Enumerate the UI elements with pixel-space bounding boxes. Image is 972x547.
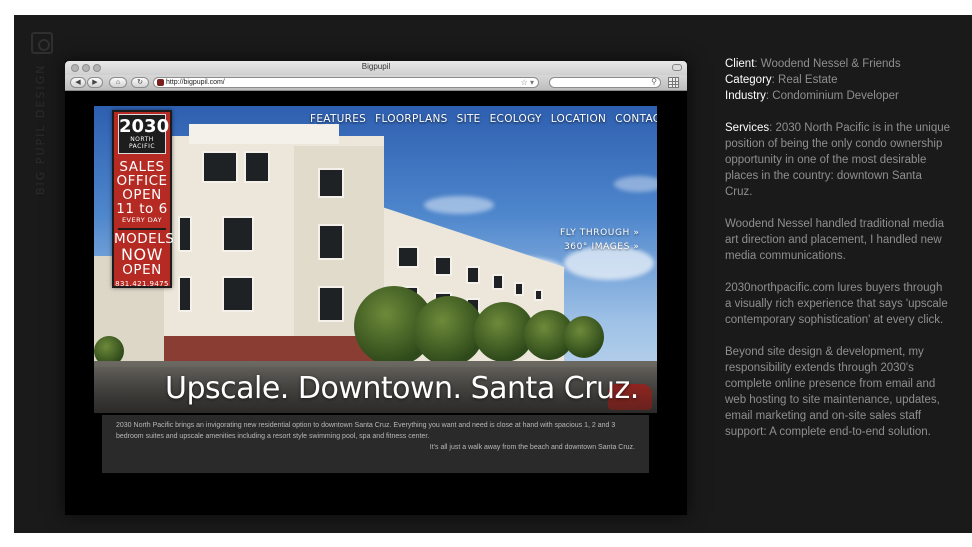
back-button[interactable]: ◀ [70, 77, 86, 88]
reload-button[interactable]: ↻ [131, 77, 149, 88]
category-label: Category [725, 74, 772, 86]
browser-toolbar: ◀ ▶ ⌂ ↻ http://bigpupil.com/ ☆ ▾ ⚲ [65, 75, 687, 91]
nav-contact[interactable]: CONTACT [615, 113, 657, 125]
promo-hours: 11 to 6 [116, 201, 168, 217]
favicon-icon [157, 79, 164, 86]
nav-floorplans[interactable]: FLOORPLANS [375, 113, 447, 125]
promo-sales: SALES [119, 159, 165, 175]
hero-tagline: Upscale. Downtown. Santa Cruz. [165, 371, 639, 406]
url-text: http://bigpupil.com/ [166, 79, 225, 86]
nav-site[interactable]: SITE [457, 113, 481, 125]
title-bar: Bigpupil [65, 61, 687, 75]
site-logo[interactable]: 2030 NORTH PACIFIC [118, 114, 170, 154]
industry-label: Industry [725, 90, 766, 102]
promo-every-day: EVERY DAY [121, 216, 163, 224]
window-title: Bigpupil [361, 62, 391, 71]
info-paragraph-4: Beyond site design & development, my res… [725, 346, 940, 438]
client-label: Client [725, 58, 755, 70]
fly-through-link[interactable]: FLY THROUGH » [560, 226, 639, 240]
promo-divider [118, 228, 166, 230]
bookmark-star-icon[interactable]: ☆ ▾ [521, 78, 534, 87]
vertical-watermark: BIG PUPIL DESIGN [34, 63, 47, 195]
promo-office: OFFICE [116, 173, 168, 189]
description-text: 2030 North Pacific brings an invigoratin… [116, 422, 616, 440]
promo-phone: 831.421.9475 [115, 280, 169, 288]
services-label: Services [725, 122, 770, 134]
search-icon: ⚲ [651, 77, 657, 86]
client-block: Client: Woodend Nessel & Friends Categor… [725, 56, 951, 104]
client-value: : Woodend Nessel & Friends [754, 58, 901, 70]
fly-through-links: FLY THROUGH » 360° IMAGES » [560, 226, 639, 254]
url-input[interactable]: http://bigpupil.com/ ☆ ▾ [153, 77, 539, 88]
nav-location[interactable]: LOCATION [551, 113, 606, 125]
toolbar-toggle-icon[interactable] [672, 64, 682, 71]
images-360-link[interactable]: 360° IMAGES » [560, 240, 639, 254]
promo-now: NOW [121, 245, 163, 264]
project-info: Client: Woodend Nessel & Friends Categor… [725, 56, 951, 456]
nav-ecology[interactable]: ECOLOGY [490, 113, 542, 125]
industry-value: : Condominium Developer [765, 90, 899, 102]
category-value: : Real Estate [771, 74, 838, 86]
search-input[interactable]: ⚲ [549, 77, 661, 88]
forward-button[interactable]: ▶ [87, 77, 103, 88]
promo-open: OPEN [122, 187, 162, 203]
nav-features[interactable]: FEATURES [310, 113, 366, 125]
services-block: Services: 2030 North Pacific is in the u… [725, 120, 951, 200]
logo-line1: NORTH [130, 136, 154, 143]
logo-line2: PACIFIC [128, 143, 156, 150]
info-paragraph-3: 2030northpacific.com lures buyers throug… [725, 282, 948, 326]
home-button[interactable]: ⌂ [109, 77, 127, 88]
logo-year: 2030 [119, 116, 170, 137]
logo-icon[interactable] [31, 32, 53, 54]
hero-image: Upscale. Downtown. Santa Cruz. FEATURES … [94, 106, 657, 413]
site-description: 2030 North Pacific brings an invigoratin… [102, 415, 649, 473]
promo-open-2: OPEN [122, 262, 162, 278]
promo-models: MODELS [114, 231, 175, 247]
browser-window: Bigpupil ◀ ▶ ⌂ ↻ http://bigpupil.com/ ☆ … [65, 61, 687, 515]
portfolio-frame: BIG PUPIL DESIGN Bigpupil ◀ ▶ ⌂ ↻ http:/… [14, 15, 972, 533]
site-nav: FEATURES FLOORPLANS SITE ECOLOGY LOCATIO… [310, 113, 657, 125]
info-paragraph-2: Woodend Nessel handled traditional media… [725, 218, 945, 262]
description-text-2: It's all just a walk away from the beach… [429, 444, 635, 451]
grid-icon[interactable] [668, 77, 679, 88]
promo-banner[interactable]: 2030 NORTH PACIFIC SALES OFFICE OPEN 11 … [112, 110, 175, 288]
